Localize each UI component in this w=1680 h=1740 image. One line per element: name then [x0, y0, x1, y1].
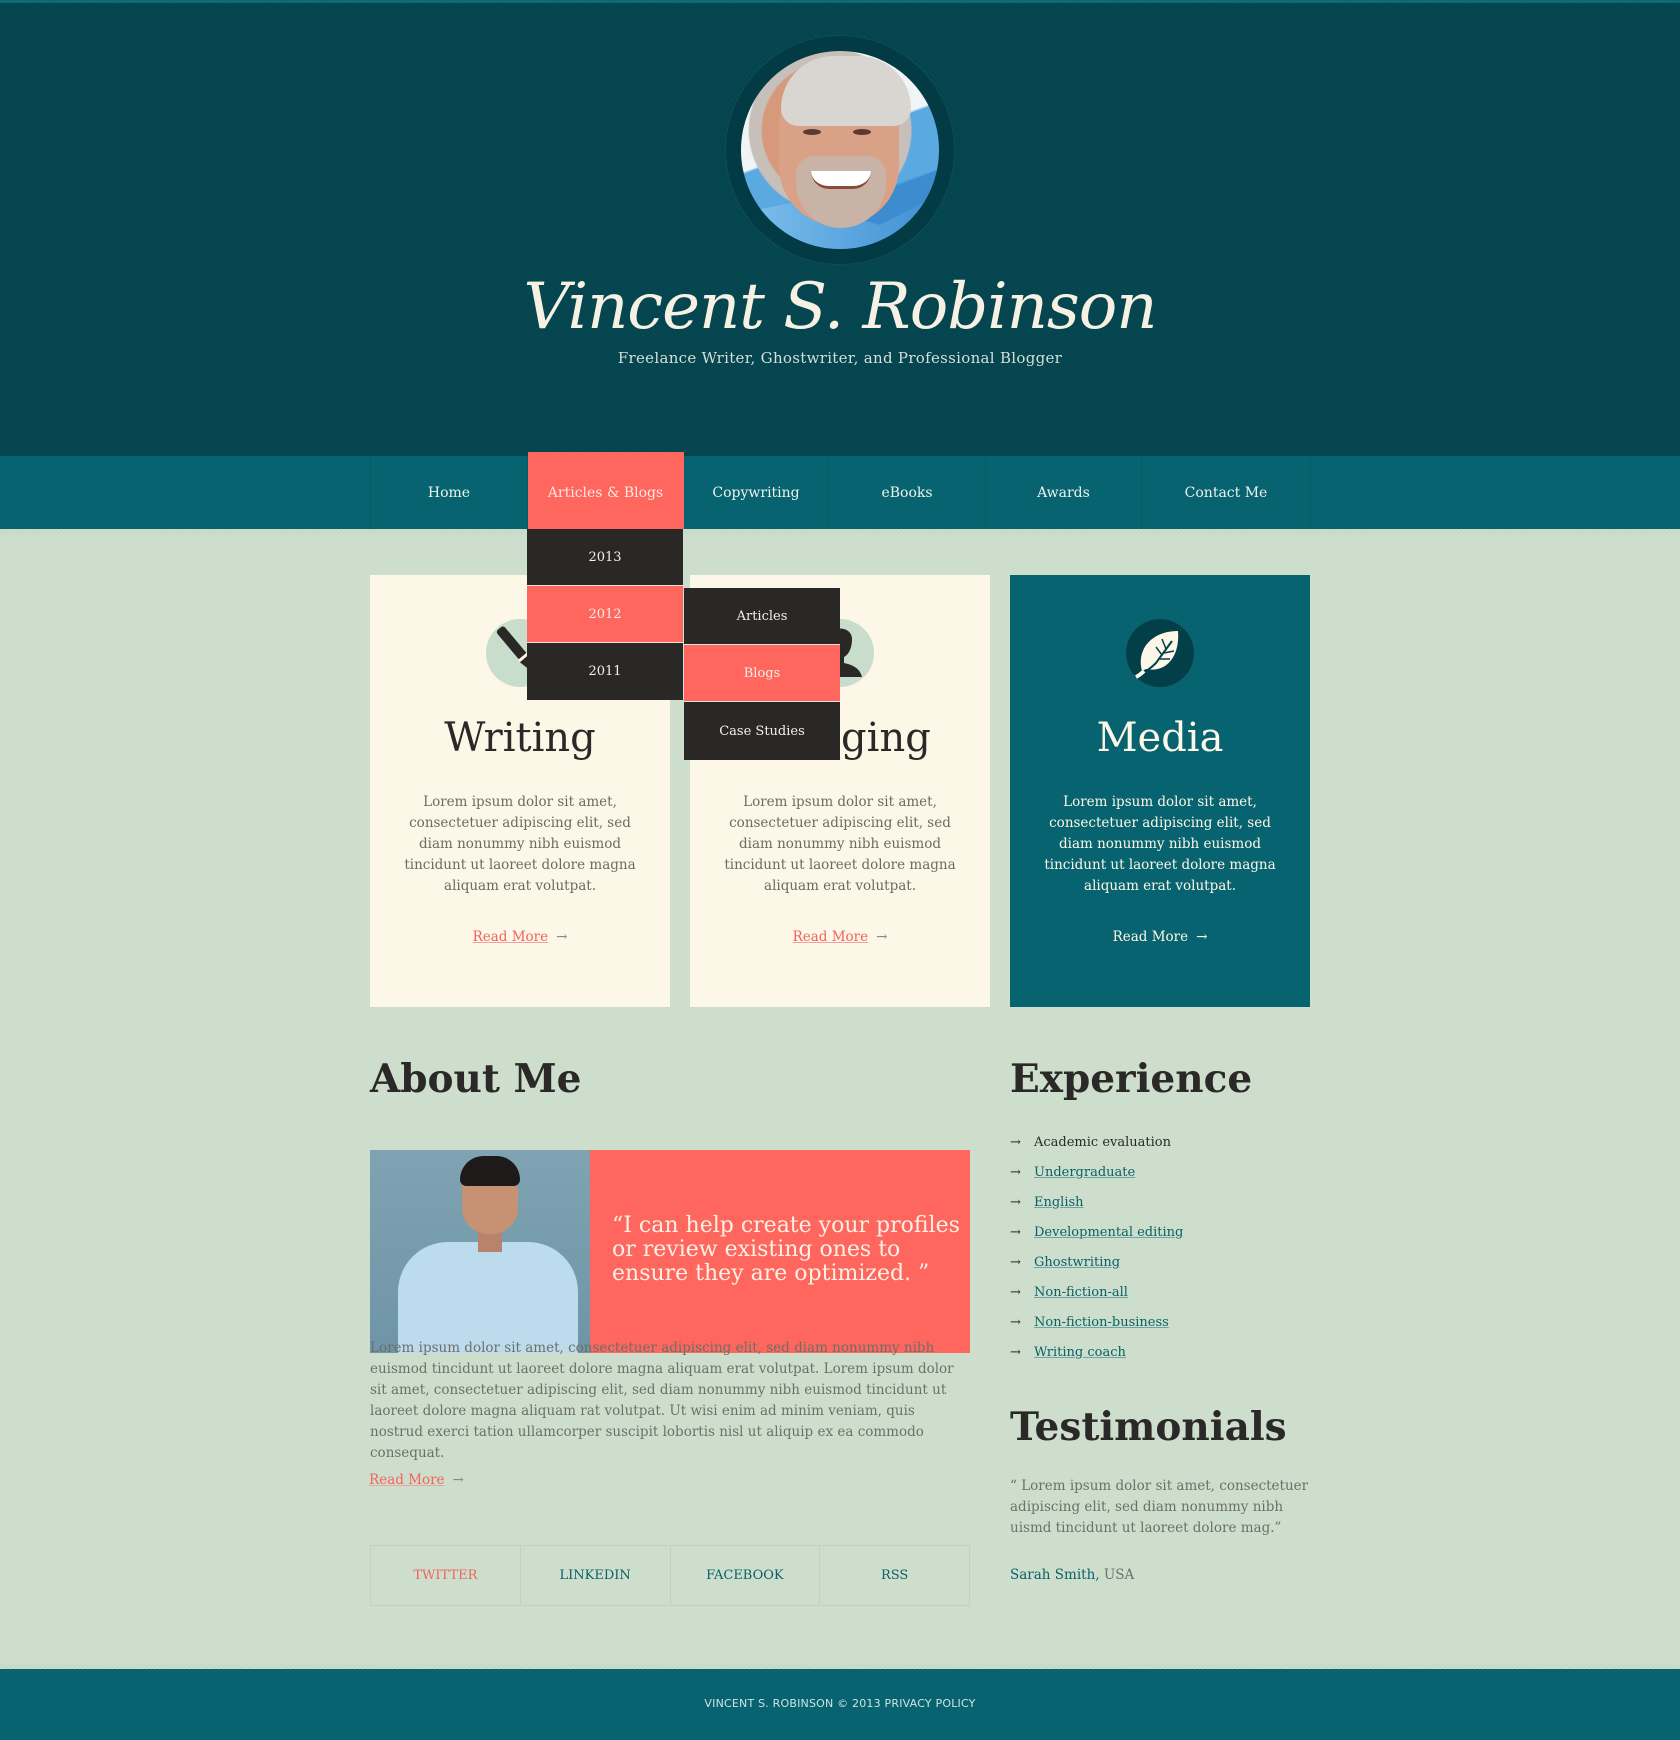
main-nav: Home Articles & Blogs Copywriting eBooks…	[0, 452, 1680, 529]
site-footer: VINCENT S. ROBINSON © 2013 PRIVACY POLIC…	[0, 1669, 1680, 1740]
nav-divider	[0, 529, 1680, 534]
nav-item-ebooks[interactable]: eBooks	[829, 456, 986, 529]
site-title: Vincent S. Robinson	[523, 270, 1158, 344]
arrow-right-icon: →	[556, 929, 568, 945]
testimonials-heading: Testimonials	[1010, 1404, 1287, 1450]
card-media: Media Lorem ipsum dolor sit amet, consec…	[1010, 575, 1310, 1007]
about-heading: About Me	[370, 1056, 582, 1102]
list-item: → Academic evaluation	[1010, 1134, 1171, 1150]
card-text: Lorem ipsum dolor sit amet, consectetuer…	[724, 794, 956, 894]
arrow-right-icon: →	[1010, 1194, 1021, 1210]
arrow-right-icon: →	[1010, 1224, 1021, 1240]
arrow-right-icon: →	[1010, 1314, 1021, 1330]
nav-item-articles-blogs[interactable]: Articles & Blogs	[528, 452, 684, 529]
about-quote-banner: “I can help create your profiles or revi…	[370, 1150, 970, 1353]
list-item: → Developmental editing	[1010, 1224, 1184, 1240]
site-tagline: Freelance Writer, Ghostwriter, and Profe…	[617, 349, 1063, 367]
articles-dropdown-menu: 2013 2012 2011	[527, 529, 683, 700]
author-name: Sarah Smith,	[1010, 1567, 1100, 1583]
social-rss[interactable]: RSS	[820, 1546, 969, 1605]
author-location: USA	[1103, 1567, 1135, 1583]
quote-text: “I can help create your profiles or revi…	[612, 1213, 960, 1286]
arrow-right-icon: →	[1010, 1134, 1021, 1150]
dropdown-item-2012[interactable]: 2012	[527, 586, 683, 643]
avatar-photo	[741, 51, 939, 249]
social-facebook[interactable]: FACEBOOK	[671, 1546, 821, 1605]
card-title: Media	[1096, 715, 1224, 761]
arrow-right-icon: →	[452, 1472, 464, 1488]
social-linkedin[interactable]: LINKEDIN	[521, 1546, 671, 1605]
arrow-right-icon: →	[1010, 1284, 1021, 1300]
year-submenu: Articles Blogs Case Studies	[684, 588, 840, 760]
submenu-item-blogs[interactable]: Blogs	[684, 645, 840, 702]
dropdown-item-2011[interactable]: 2011	[527, 643, 683, 700]
list-item: → Ghostwriting	[1010, 1254, 1121, 1270]
social-links: TWITTER LINKEDIN FACEBOOK RSS	[370, 1545, 970, 1606]
list-item: → Writing coach	[1010, 1344, 1126, 1360]
arrow-right-icon: →	[1010, 1254, 1021, 1270]
submenu-item-case-studies[interactable]: Case Studies	[684, 702, 840, 760]
arrow-right-icon: →	[1010, 1164, 1021, 1180]
about-photo	[370, 1150, 590, 1353]
arrow-right-icon: →	[1196, 929, 1208, 945]
quote-panel: “I can help create your profiles or revi…	[590, 1150, 970, 1353]
nav-item-contact-me[interactable]: Contact Me	[1142, 456, 1311, 529]
arrow-right-icon: →	[876, 929, 888, 945]
testimonial-text: “ Lorem ipsum dolor sit amet, consectetu…	[1010, 1478, 1309, 1536]
avatar	[726, 36, 954, 264]
card-text: Lorem ipsum dolor sit amet, consectetuer…	[404, 794, 636, 894]
card-text: Lorem ipsum dolor sit amet, consectetuer…	[1044, 794, 1276, 894]
about-read-more-link[interactable]: Read More →	[369, 1472, 464, 1488]
social-twitter[interactable]: TWITTER	[371, 1546, 521, 1605]
read-more-link[interactable]: Read More →	[370, 929, 670, 945]
leaf-icon	[1126, 619, 1194, 687]
footer-copyright: VINCENT S. ROBINSON © 2013 PRIVACY POLIC…	[704, 1697, 976, 1710]
testimonial-author: Sarah Smith, USA	[1010, 1567, 1134, 1583]
about-text: Lorem ipsum dolor sit amet, consectetuer…	[370, 1340, 954, 1461]
nav-item-copywriting[interactable]: Copywriting	[684, 456, 829, 529]
experience-heading: Experience	[1010, 1056, 1253, 1102]
arrow-right-icon: →	[1010, 1344, 1021, 1360]
experience-list: → Academic evaluation → Undergraduate → Eng…	[1010, 1127, 1310, 1367]
list-item: → Non-fiction-all	[1010, 1284, 1128, 1300]
submenu-item-articles[interactable]: Articles	[684, 588, 840, 645]
dropdown-item-2013[interactable]: 2013	[527, 529, 683, 586]
site-header	[0, 3, 1680, 456]
list-item: → Undergraduate	[1010, 1164, 1136, 1180]
card-title: Writing	[444, 715, 596, 761]
nav-item-home[interactable]: Home	[371, 456, 528, 529]
read-more-link[interactable]: Read More →	[1010, 929, 1310, 945]
list-item: → Non-fiction-business	[1010, 1314, 1169, 1330]
list-item: → English	[1010, 1194, 1084, 1210]
nav-item-awards[interactable]: Awards	[986, 456, 1142, 529]
read-more-link[interactable]: Read More →	[690, 929, 990, 945]
